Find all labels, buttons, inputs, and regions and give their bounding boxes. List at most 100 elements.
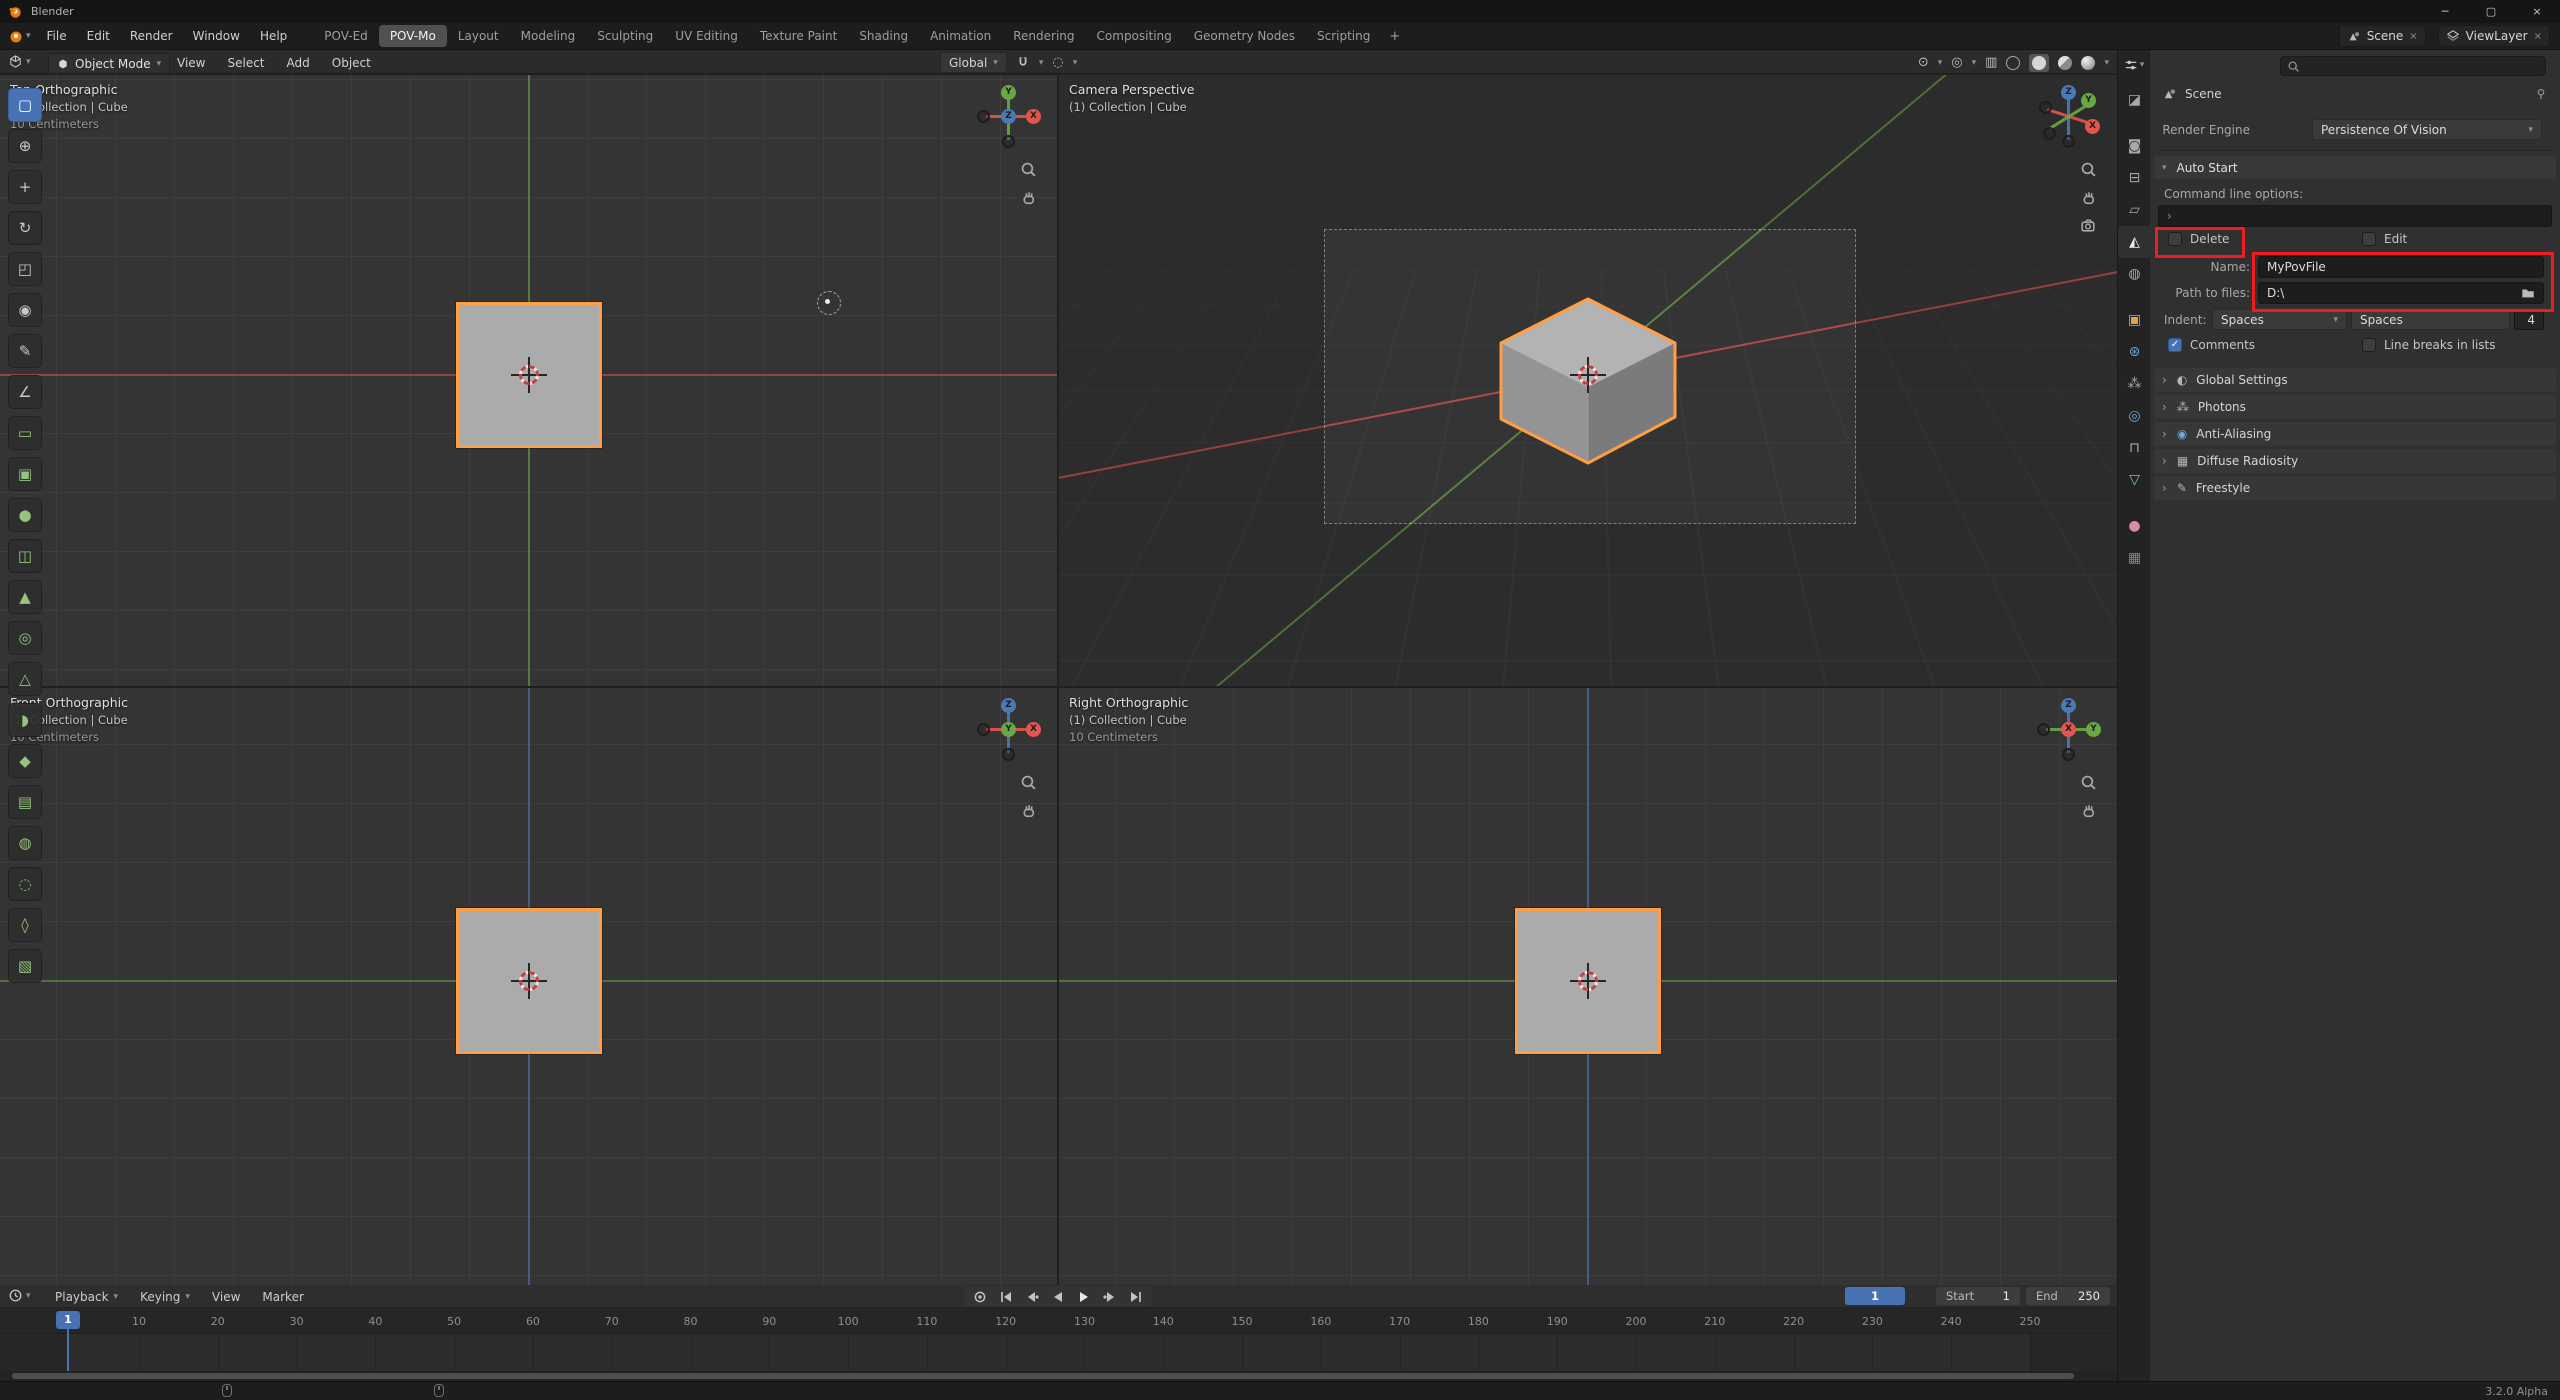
end-frame-field[interactable]: End 250	[2026, 1287, 2110, 1305]
edit-label[interactable]: Edit	[2384, 232, 2407, 246]
xray-toggle-icon[interactable]: ▥	[1985, 55, 1997, 70]
indent-dropdown-2[interactable]: Spaces	[2351, 309, 2510, 330]
nav-gizmo[interactable]: Z X Y	[2037, 85, 2101, 149]
menu-edit[interactable]: Edit	[77, 23, 120, 49]
workspace-tab-uv-editing[interactable]: UV Editing	[664, 25, 749, 47]
section-anti-aliasing[interactable]: ›◉Anti-Aliasing	[2154, 422, 2556, 446]
axis-z-neg-ball[interactable]	[2062, 748, 2075, 761]
play-reverse-button[interactable]	[1046, 1287, 1070, 1306]
line-breaks-label[interactable]: Line breaks in lists	[2384, 338, 2496, 352]
overlays-dropdown-icon[interactable]: ▾	[1972, 58, 1977, 68]
tool-add-torus[interactable]: ◎	[8, 621, 42, 655]
close-button[interactable]: ×	[2514, 0, 2560, 23]
workspace-tab-pov-mo[interactable]: POV-Mo	[379, 25, 447, 47]
timeline-ruler[interactable]: 1020304050607080901001101201301401501601…	[0, 1308, 2117, 1334]
properties-tab-object[interactable]: ▣	[2118, 304, 2151, 336]
tool-add-superellipsoid[interactable]: ◆	[8, 744, 42, 778]
workspace-tab-modeling[interactable]: Modeling	[510, 25, 587, 47]
shading-solid-icon[interactable]	[2032, 56, 2046, 70]
workspace-tab-scripting[interactable]: Scripting	[1306, 25, 1381, 47]
command-line-field[interactable]: ›	[2158, 205, 2552, 227]
properties-tab-modifiers[interactable]: ⊛	[2118, 336, 2151, 368]
properties-editor-selector[interactable]: ▾	[2118, 50, 2150, 84]
tool-add-parametric[interactable]: ◊	[8, 908, 42, 942]
tool-add-cone[interactable]: ▲	[8, 580, 42, 614]
section-photons[interactable]: ›⁂Photons	[2154, 395, 2556, 419]
zoom-icon[interactable]	[1020, 161, 1037, 178]
timeline-track[interactable]	[0, 1334, 2117, 1371]
shading-material-icon[interactable]	[2058, 56, 2072, 70]
pan-hand-icon[interactable]	[1020, 189, 1037, 206]
mode-dropdown[interactable]: Object Mode ▾	[48, 53, 170, 74]
tool-select-box[interactable]: ▢	[8, 88, 42, 122]
workspace-tab-shading[interactable]: Shading	[848, 25, 919, 47]
viewlayer-remove-icon[interactable]: ×	[2534, 31, 2542, 42]
viewport-right[interactable]: Right Orthographic (1) Collection | Cube…	[1059, 688, 2117, 1285]
proportional-dropdown-icon[interactable]: ▾	[1073, 58, 1078, 68]
tool-add-polygon[interactable]: ▧	[8, 949, 42, 983]
timeline-menu-marker[interactable]: Marker	[251, 1290, 314, 1304]
tool-add-isosurface[interactable]: ◍	[8, 826, 42, 860]
timeline-menu-keying[interactable]: Keying▾	[129, 1290, 201, 1304]
nav-gizmo[interactable]: Y X Z	[977, 85, 1041, 149]
tool-add-sphere[interactable]: ●	[8, 498, 42, 532]
zoom-icon[interactable]	[2080, 774, 2097, 791]
editor-type-selector[interactable]: ▾	[8, 54, 31, 69]
workspace-tab-sculpting[interactable]: Sculpting	[586, 25, 664, 47]
viewlayer-selector[interactable]: ViewLayer ×	[2438, 25, 2550, 47]
timeline-menu-playback[interactable]: Playback▾	[44, 1290, 129, 1304]
tool-move[interactable]: +	[8, 170, 42, 204]
tool-measure[interactable]: ∠	[8, 375, 42, 409]
workspace-tab-animation[interactable]: Animation	[919, 25, 1002, 47]
axis-y-ball[interactable]: Y	[2081, 93, 2096, 108]
axis-z-neg-ball[interactable]	[1002, 748, 1015, 761]
tool-add-box[interactable]: ▣	[8, 457, 42, 491]
properties-tab-scene[interactable]: ◭	[2118, 226, 2151, 258]
axis-z-ball[interactable]: Z	[2061, 698, 2076, 713]
axis-z-ball[interactable]: Z	[2061, 85, 2076, 100]
timeline-scrollbar[interactable]	[0, 1371, 2117, 1381]
axis-z-ball[interactable]: Z	[1001, 698, 1016, 713]
axis-z-neg-ball[interactable]	[2062, 135, 2075, 148]
current-frame-field[interactable]: 1	[1845, 1287, 1905, 1305]
workspace-tab-texture-paint[interactable]: Texture Paint	[749, 25, 848, 47]
comments-checkbox[interactable]: ✓	[2168, 338, 2182, 352]
nav-gizmo[interactable]: Z Y X	[2037, 698, 2101, 762]
properties-tab-material[interactable]: ●	[2118, 510, 2151, 542]
tool-cursor[interactable]: ⊕	[8, 129, 42, 163]
comments-label[interactable]: Comments	[2190, 338, 2255, 352]
axis-z-ball[interactable]: Z	[1001, 109, 1016, 124]
properties-tab-physics[interactable]: ◎	[2118, 400, 2151, 432]
axis-y-neg-ball[interactable]	[2043, 127, 2056, 140]
section-global-settings[interactable]: ›◐Global Settings	[2154, 368, 2556, 392]
axis-y-ball[interactable]: Y	[1001, 85, 1016, 100]
axis-y-neg-ball[interactable]	[1002, 135, 1015, 148]
axis-y-ball[interactable]: Y	[2086, 722, 2101, 737]
axis-x-ball[interactable]: X	[1026, 109, 1041, 124]
pivot-point-icon[interactable]: ⊙	[1918, 55, 1929, 70]
viewport-menu-select[interactable]: Select	[216, 56, 275, 70]
maximize-button[interactable]: ▢	[2468, 0, 2514, 23]
transform-orientation-dropdown[interactable]: Global ▾	[940, 52, 1007, 73]
timeline-editor-selector[interactable]: ▾	[8, 1288, 31, 1303]
properties-tab-data[interactable]: ▽	[2118, 464, 2151, 496]
menu-window[interactable]: Window	[183, 23, 250, 49]
pan-hand-icon[interactable]	[2080, 802, 2097, 819]
menu-file[interactable]: File	[37, 23, 77, 49]
nav-gizmo[interactable]: Z X Y	[977, 698, 1041, 762]
shading-rendered-icon[interactable]	[2081, 56, 2095, 70]
axis-x-neg-ball[interactable]	[977, 110, 990, 123]
axis-y-neg-ball[interactable]	[2037, 723, 2050, 736]
properties-tab-texture[interactable]: ▦	[2118, 542, 2151, 574]
playhead[interactable]: 1	[56, 1311, 80, 1329]
tool-add-blob[interactable]: ◌	[8, 867, 42, 901]
zoom-icon[interactable]	[1020, 774, 1037, 791]
camera-view-icon[interactable]	[2080, 217, 2097, 234]
workspace-tab-pov-ed[interactable]: POV-Ed	[313, 25, 379, 47]
pan-hand-icon[interactable]	[1020, 802, 1037, 819]
auto-keying-toggle[interactable]	[968, 1287, 992, 1306]
jump-to-end-button[interactable]	[1124, 1287, 1148, 1306]
indent-number-field[interactable]: 4	[2514, 309, 2544, 330]
edit-checkbox[interactable]	[2362, 232, 2376, 246]
section-diffuse-radiosity[interactable]: ›▦Diffuse Radiosity	[2154, 449, 2556, 473]
